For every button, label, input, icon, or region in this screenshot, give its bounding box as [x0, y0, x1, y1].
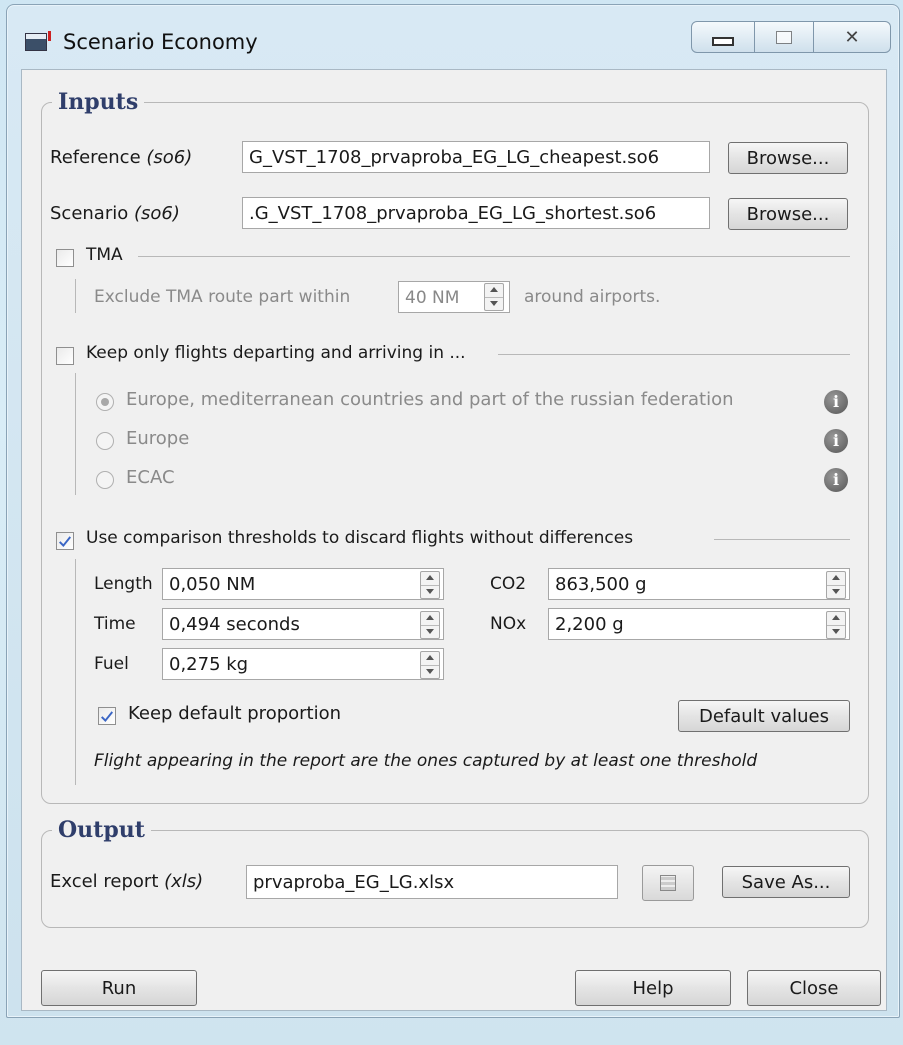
radio-europe-med-russia[interactable]: [96, 393, 114, 411]
excel-report-format: (xls): [164, 871, 204, 892]
keep-only-label: Keep only flights departing and arriving…: [86, 343, 466, 363]
scenario-browse-button[interactable]: Browse...: [728, 198, 848, 230]
tma-exclude-suffix: around airports.: [524, 287, 661, 307]
spin-up-icon: [827, 572, 845, 586]
fuel-spinner[interactable]: [420, 651, 440, 679]
co2-label: CO2: [490, 574, 527, 594]
spin-down-icon: [485, 298, 503, 311]
help-button[interactable]: Help: [575, 970, 731, 1006]
tma-label: TMA: [86, 245, 123, 265]
save-as-button[interactable]: Save As...: [722, 866, 850, 898]
maximize-icon: [776, 30, 792, 44]
time-label: Time: [94, 614, 136, 634]
spin-up-icon: [827, 612, 845, 626]
nox-input[interactable]: 2,200 g: [548, 608, 850, 640]
reference-file-input[interactable]: G_VST_1708_prvaproba_EG_LG_cheapest.so6: [242, 141, 710, 173]
co2-input[interactable]: 863,500 g: [548, 568, 850, 600]
spin-down-icon: [827, 586, 845, 599]
maximize-button[interactable]: [755, 21, 814, 53]
length-spinner[interactable]: [420, 571, 440, 599]
excel-report-label-text: Excel report: [50, 871, 165, 892]
tma-distance-spinner[interactable]: [484, 283, 504, 311]
keep-only-checkbox[interactable]: [56, 347, 74, 365]
scenario-label: Scenario (so6): [50, 203, 180, 224]
spin-up-icon: [485, 284, 503, 298]
output-group: Output Excel report (xls) prvaproba_EG_L…: [41, 817, 869, 928]
window-title: Scenario Economy: [63, 30, 258, 54]
option-europe-label: Europe: [126, 428, 190, 449]
spin-down-icon: [827, 626, 845, 639]
spin-up-icon: [421, 612, 439, 626]
tma-indent-line: [75, 279, 76, 313]
inputs-group-title: Inputs: [52, 89, 145, 115]
reference-browse-button[interactable]: Browse...: [728, 142, 848, 174]
fuel-input[interactable]: 0,275 kg: [162, 648, 444, 680]
fuel-label: Fuel: [94, 654, 129, 674]
spin-up-icon: [421, 652, 439, 666]
open-excel-button[interactable]: [642, 865, 694, 901]
keep-default-proportion-label: Keep default proportion: [128, 703, 342, 724]
reference-label-text: Reference: [50, 147, 147, 168]
app-icon: [25, 31, 51, 51]
default-values-button[interactable]: Default values: [678, 700, 850, 732]
keep-default-proportion-checkbox[interactable]: [98, 707, 116, 725]
excel-report-input[interactable]: prvaproba_EG_LG.xlsx: [246, 865, 618, 899]
run-button[interactable]: Run: [41, 970, 197, 1006]
nox-spinner[interactable]: [826, 611, 846, 639]
tma-divider: [138, 256, 850, 257]
spin-down-icon: [421, 586, 439, 599]
minimize-icon: [712, 36, 734, 46]
keep-only-indent-line: [75, 373, 76, 495]
spin-up-icon: [421, 572, 439, 586]
title-bar[interactable]: Scenario Economy ✕: [7, 5, 899, 69]
thresholds-indent-line: [75, 559, 76, 785]
reference-label: Reference (so6): [50, 147, 192, 168]
info-icon[interactable]: i: [824, 468, 848, 492]
close-icon: ✕: [844, 26, 860, 47]
time-input[interactable]: 0,494 seconds: [162, 608, 444, 640]
keep-only-divider: [498, 354, 850, 355]
scenario-economy-window: Scenario Economy ✕ Inputs Reference (so6…: [6, 4, 900, 1018]
caption-buttons: ✕: [691, 21, 891, 53]
option-ecac-label: ECAC: [126, 467, 175, 488]
co2-spinner[interactable]: [826, 571, 846, 599]
length-label: Length: [94, 574, 153, 594]
close-window-button[interactable]: ✕: [814, 21, 891, 53]
option-europe-med-russia-label: Europe, mediterranean countries and part…: [126, 389, 734, 410]
scenario-file-input[interactable]: .G_VST_1708_prvaproba_EG_LG_shortest.so6: [242, 197, 710, 229]
info-icon[interactable]: i: [824, 429, 848, 453]
thresholds-note-text: Flight appearing in the report are the o…: [94, 751, 758, 771]
time-spinner[interactable]: [420, 611, 440, 639]
scenario-format: (so6): [133, 203, 180, 224]
minimize-button[interactable]: [691, 21, 755, 53]
radio-europe[interactable]: [96, 432, 114, 450]
nox-label: NOx: [490, 614, 527, 634]
thresholds-label: Use comparison thresholds to discard fli…: [86, 528, 634, 548]
reference-format: (so6): [146, 147, 193, 168]
close-button[interactable]: Close: [747, 970, 881, 1006]
excel-report-label: Excel report (xls): [50, 871, 203, 892]
dialog-client: Inputs Reference (so6) G_VST_1708_prvapr…: [21, 69, 887, 1011]
thresholds-note: Flight appearing in the report are the o…: [94, 751, 757, 771]
thresholds-checkbox[interactable]: [56, 532, 74, 550]
output-group-title: Output: [52, 817, 151, 843]
spin-down-icon: [421, 666, 439, 679]
scenario-label-text: Scenario: [50, 203, 134, 224]
tma-exclude-label: Exclude TMA route part within: [94, 287, 351, 307]
thresholds-divider: [714, 539, 850, 540]
inputs-group: Inputs Reference (so6) G_VST_1708_prvapr…: [41, 89, 869, 804]
info-icon[interactable]: i: [824, 390, 848, 414]
radio-ecac[interactable]: [96, 471, 114, 489]
length-input[interactable]: 0,050 NM: [162, 568, 444, 600]
tma-checkbox[interactable]: [56, 249, 74, 267]
spin-down-icon: [421, 626, 439, 639]
